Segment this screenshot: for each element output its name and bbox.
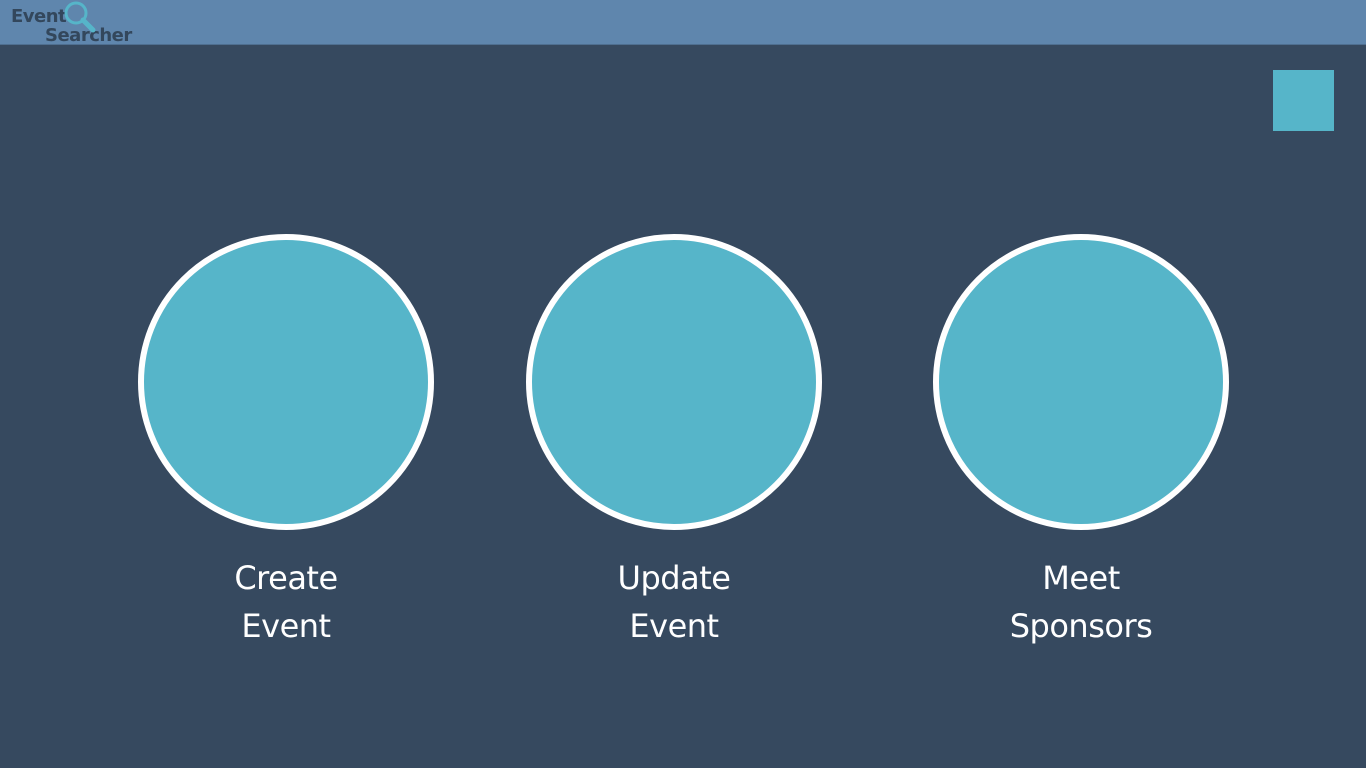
meet-sponsors-circle[interactable] — [933, 234, 1229, 530]
update-event-tile[interactable]: Update Event — [524, 234, 824, 650]
update-event-label: Update Event — [524, 554, 824, 650]
update-event-circle[interactable] — [526, 234, 822, 530]
meet-sponsors-label-line2: Sponsors — [1009, 607, 1153, 645]
create-event-circle[interactable] — [138, 234, 434, 530]
logo-word-event: Event — [11, 6, 67, 27]
create-event-label: Create Event — [136, 554, 436, 650]
corner-menu-button[interactable] — [1273, 70, 1334, 131]
create-event-tile[interactable]: Create Event — [136, 234, 436, 650]
app-logo[interactable]: Event Searcher — [10, 0, 135, 46]
meet-sponsors-tile[interactable]: Meet Sponsors — [931, 234, 1231, 650]
top-bar: Event Searcher — [0, 0, 1366, 46]
update-event-label-line2: Event — [629, 607, 719, 645]
meet-sponsors-label: Meet Sponsors — [931, 554, 1231, 650]
create-event-label-line1: Create — [234, 559, 338, 597]
create-event-label-line2: Event — [241, 607, 331, 645]
magnifier-icon — [64, 1, 96, 33]
update-event-label-line1: Update — [617, 559, 731, 597]
meet-sponsors-label-line1: Meet — [1042, 559, 1120, 597]
